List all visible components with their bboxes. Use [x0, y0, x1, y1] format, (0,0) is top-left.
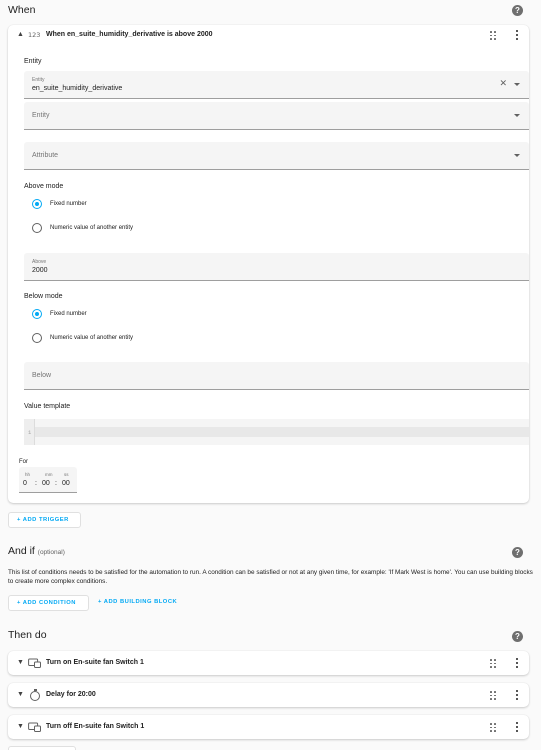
duration-separator: :	[35, 480, 37, 487]
drag-handle-icon[interactable]	[489, 690, 497, 700]
add-building-block-button[interactable]: + ADD BUILDING BLOCK	[90, 595, 190, 611]
action-row[interactable]: ▼ Turn off En-suite fan Switch 1	[8, 715, 529, 739]
stopwatch-icon	[30, 689, 40, 701]
overflow-menu-icon[interactable]	[515, 658, 519, 668]
and-if-section-title: And if (optional)	[8, 545, 65, 557]
numeric-state-icon: 123	[28, 31, 41, 39]
entity-value: en_suite_humidity_derivative	[32, 85, 123, 92]
below-fixed-label: Fixed number	[50, 311, 87, 317]
below-entity-radio[interactable]	[32, 333, 42, 343]
hh-label: hh	[25, 472, 31, 477]
add-trigger-button[interactable]: + ADD TRIGGER	[8, 512, 81, 528]
entity-picker[interactable]: Entity en_suite_humidity_derivative ✕	[24, 71, 529, 99]
dropdown-arrow-icon[interactable]	[514, 154, 520, 157]
below-fixed-radio[interactable]	[32, 309, 42, 319]
optional-label: (optional)	[37, 549, 65, 556]
below-input[interactable]: Below	[24, 362, 529, 390]
above-value: 2000	[32, 267, 48, 274]
entity2-placeholder: Entity	[32, 112, 50, 119]
attribute-picker[interactable]: Attribute	[24, 142, 529, 170]
trigger-card: ▲ 123 When en_suite_humidity_derivative …	[8, 25, 529, 503]
above-entity-radio[interactable]	[32, 223, 42, 233]
drag-handle-icon[interactable]	[489, 722, 497, 732]
dropdown-arrow-icon[interactable]	[514, 83, 520, 86]
action-label: Turn on En-suite fan Switch 1	[46, 659, 144, 666]
switch-icon	[28, 658, 42, 668]
clear-icon[interactable]: ✕	[499, 79, 507, 89]
hours-input[interactable]: 0	[23, 480, 27, 487]
above-field-label: Above	[32, 259, 47, 265]
when-section-title: When	[8, 4, 36, 16]
trigger-heading: When en_suite_humidity_derivative is abo…	[46, 31, 213, 38]
active-line	[35, 427, 529, 437]
seconds-input[interactable]: 00	[62, 480, 70, 487]
above-fixed-radio[interactable]	[32, 199, 42, 209]
above-entity-label: Numeric value of another entity	[50, 225, 134, 231]
line-number: 1	[28, 429, 32, 436]
entity-label: Entity	[24, 58, 42, 65]
entity-picker-2[interactable]: Entity	[24, 102, 529, 130]
trigger-header[interactable]: ▲ 123 When en_suite_humidity_derivative …	[8, 25, 529, 47]
chevron-down-icon[interactable]: ▼	[16, 722, 25, 731]
action-label: Delay for 20:00	[46, 691, 96, 698]
attribute-placeholder: Attribute	[32, 152, 59, 159]
overflow-menu-icon[interactable]	[515, 722, 519, 732]
action-row[interactable]: ▼ Delay for 20:00	[8, 683, 529, 707]
ss-label: ss	[64, 472, 69, 477]
mm-label: mm	[45, 472, 53, 477]
switch-icon	[28, 722, 42, 732]
overflow-menu-icon[interactable]	[515, 30, 519, 40]
overflow-menu-icon[interactable]	[515, 690, 519, 700]
chevron-up-icon[interactable]: ▲	[16, 30, 25, 39]
above-mode-label: Above mode	[24, 183, 64, 190]
value-template-editor[interactable]: 1	[24, 419, 529, 445]
for-label: For	[19, 459, 28, 465]
minutes-input[interactable]: 00	[42, 480, 50, 487]
value-template-label: Value template	[24, 403, 71, 410]
when-help-icon[interactable]: ?	[512, 5, 523, 16]
above-fixed-label: Fixed number	[50, 201, 87, 207]
below-mode-label: Below mode	[24, 293, 63, 300]
add-condition-button[interactable]: + ADD CONDITION	[8, 595, 89, 611]
then-do-help-icon[interactable]: ?	[512, 631, 523, 642]
entity-field-label: Entity	[32, 77, 45, 83]
drag-handle-icon[interactable]	[489, 30, 497, 40]
above-input[interactable]: Above 2000	[24, 253, 529, 281]
then-do-section-title: Then do	[8, 629, 47, 641]
action-row[interactable]: ▼ Turn on En-suite fan Switch 1	[8, 651, 529, 675]
add-action-button-partial[interactable]	[8, 746, 76, 750]
action-label: Turn off En-suite fan Switch 1	[46, 723, 145, 730]
and-if-help-icon[interactable]: ?	[512, 547, 523, 558]
conditions-description: This list of conditions needs to be sati…	[8, 569, 533, 585]
dropdown-arrow-icon[interactable]	[514, 114, 520, 117]
below-entity-label: Numeric value of another entity	[50, 335, 134, 341]
chevron-down-icon[interactable]: ▼	[16, 690, 25, 699]
duration-separator: :	[55, 480, 57, 487]
duration-input[interactable]: hh mm ss 0 : 00 : 00	[19, 467, 77, 493]
below-placeholder: Below	[32, 372, 52, 379]
and-if-title: And if	[8, 545, 35, 557]
drag-handle-icon[interactable]	[489, 658, 497, 668]
chevron-down-icon[interactable]: ▼	[16, 658, 25, 667]
